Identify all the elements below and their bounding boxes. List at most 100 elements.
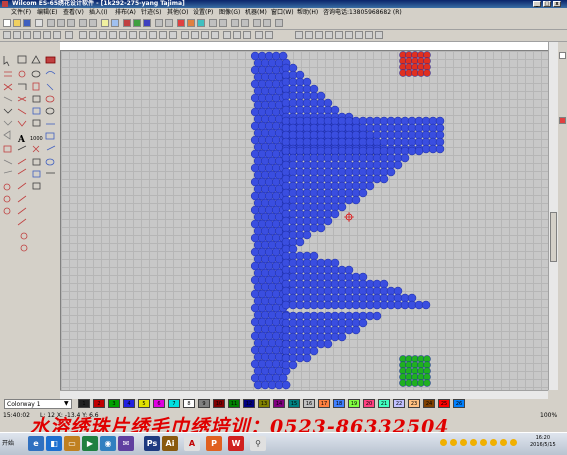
palette-swatch[interactable]: 17 — [318, 399, 330, 408]
palette-swatch[interactable]: 5 — [138, 399, 150, 408]
auto-start-icon[interactable] — [325, 31, 333, 39]
palette-swatch[interactable]: 12 — [243, 399, 255, 408]
tray-icon-3[interactable] — [460, 439, 467, 446]
palette-swatch[interactable]: 4 — [123, 399, 135, 408]
menu-edit[interactable]: 编辑(E) — [37, 8, 57, 18]
menu-machine[interactable]: 机器(M) — [245, 8, 267, 18]
tray-icon-8[interactable] — [510, 439, 517, 446]
polygon-select-icon[interactable] — [13, 31, 21, 39]
applique-icon[interactable] — [159, 31, 167, 39]
menu-window[interactable]: 窗口(W) — [271, 8, 294, 18]
palette-swatch[interactable]: 2 — [93, 399, 105, 408]
palette-swatch[interactable]: 15 — [288, 399, 300, 408]
open-folder-icon[interactable] — [13, 19, 21, 27]
paste-icon[interactable] — [67, 19, 75, 27]
palette-swatch[interactable]: 25 — [438, 399, 450, 408]
start-button[interactable]: 开始 — [2, 436, 24, 451]
pattern-icon[interactable] — [223, 31, 231, 39]
design-canvas[interactable] — [60, 50, 549, 391]
lettering-icon[interactable] — [169, 31, 177, 39]
record-icon[interactable] — [177, 19, 185, 27]
menu-settings[interactable]: 设置(P) — [193, 8, 213, 18]
complex-fill-icon[interactable] — [149, 31, 157, 39]
tray-icon-5[interactable] — [480, 439, 487, 446]
chenille-icon[interactable] — [191, 31, 199, 39]
motif-icon[interactable] — [129, 31, 137, 39]
menu-insert[interactable]: 插入(I) — [89, 8, 107, 18]
app-photoshop-icon[interactable]: Ps — [144, 436, 160, 451]
outline-icon[interactable] — [143, 19, 151, 27]
grid-view-icon[interactable] — [255, 31, 263, 39]
show-all-icon[interactable] — [219, 19, 227, 27]
redraw-icon[interactable] — [197, 19, 205, 27]
palette-swatch[interactable]: 8 — [183, 399, 195, 408]
app-chat-icon[interactable]: ◉ — [100, 436, 116, 451]
palette-swatch[interactable]: 24 — [423, 399, 435, 408]
save-icon[interactable] — [23, 19, 31, 27]
reshape-icon[interactable] — [23, 31, 31, 39]
app-explorer-icon[interactable]: ◧ — [46, 436, 62, 451]
palette-swatch[interactable]: 1 — [78, 399, 90, 408]
panel-alert-icon[interactable] — [559, 117, 566, 124]
palette-swatch[interactable]: 23 — [408, 399, 420, 408]
tray-icon-4[interactable] — [470, 439, 477, 446]
palette-swatch[interactable]: 6 — [153, 399, 165, 408]
palette-swatch[interactable]: 16 — [303, 399, 315, 408]
chevron-down-icon[interactable]: ▼ — [64, 400, 69, 407]
menu-arrange[interactable]: 排布(A) — [115, 8, 136, 18]
tray-icon-1[interactable] — [440, 439, 447, 446]
sort-icon[interactable] — [375, 31, 383, 39]
slow-redraw-icon[interactable] — [209, 19, 217, 27]
menu-image[interactable]: 图像(G) — [219, 8, 240, 18]
measure-icon[interactable] — [165, 19, 173, 27]
palette-swatch[interactable]: 22 — [393, 399, 405, 408]
column-icon[interactable] — [139, 31, 147, 39]
menu-other[interactable]: 其他(O) — [167, 8, 188, 18]
view-icon[interactable] — [111, 19, 119, 27]
info-icon[interactable] — [275, 19, 283, 27]
thread-icon[interactable] — [253, 19, 261, 27]
horizontal-scrollbar[interactable] — [60, 390, 548, 399]
menu-stitch[interactable]: 针迹(S) — [141, 8, 162, 18]
undo-icon[interactable] — [79, 19, 87, 27]
jump-icon[interactable] — [355, 31, 363, 39]
new-file-icon[interactable] — [3, 19, 11, 27]
layers-icon[interactable] — [265, 31, 273, 39]
app-search-icon[interactable]: ⚲ — [250, 436, 266, 451]
tray-icon-6[interactable] — [490, 439, 497, 446]
app-wilcom-icon[interactable]: W — [228, 436, 244, 451]
close-button[interactable]: x — [553, 1, 561, 7]
run-icon[interactable] — [109, 31, 117, 39]
app-ie-icon[interactable]: e — [28, 436, 44, 451]
palette-swatch[interactable]: 10 — [213, 399, 225, 408]
hoop-icon[interactable] — [241, 19, 249, 27]
fabric-icon[interactable] — [231, 19, 239, 27]
app-media-icon[interactable]: ▶ — [82, 436, 98, 451]
redo-icon[interactable] — [89, 19, 97, 27]
tatami-icon[interactable] — [89, 31, 97, 39]
weld-icon[interactable] — [305, 31, 313, 39]
menu-help[interactable]: 帮助(H) — [297, 8, 318, 18]
zoom-icon[interactable] — [101, 19, 109, 27]
app-folder-icon[interactable]: ▭ — [64, 436, 80, 451]
vertical-scroll-thumb[interactable] — [550, 212, 557, 262]
palette-swatch[interactable]: 21 — [378, 399, 390, 408]
select-arrow-icon[interactable] — [3, 31, 11, 39]
cording-icon[interactable] — [201, 31, 209, 39]
print-icon[interactable] — [35, 19, 43, 27]
tray-icon-7[interactable] — [500, 439, 507, 446]
menu-file[interactable]: 文件(F) — [11, 8, 31, 18]
app-ppt-icon[interactable]: P — [206, 436, 222, 451]
triple-run-icon[interactable] — [119, 31, 127, 39]
panel-icon[interactable] — [559, 52, 566, 59]
align-icon[interactable] — [65, 31, 73, 39]
palette-swatch[interactable]: 3 — [108, 399, 120, 408]
palette-swatch[interactable]: 14 — [273, 399, 285, 408]
copy-icon[interactable] — [57, 19, 65, 27]
break-icon[interactable] — [315, 31, 323, 39]
rotate-icon[interactable] — [43, 31, 51, 39]
branch-icon[interactable] — [295, 31, 303, 39]
mirror-icon[interactable] — [33, 31, 41, 39]
palette-swatch[interactable]: 9 — [198, 399, 210, 408]
tie-icon[interactable] — [335, 31, 343, 39]
